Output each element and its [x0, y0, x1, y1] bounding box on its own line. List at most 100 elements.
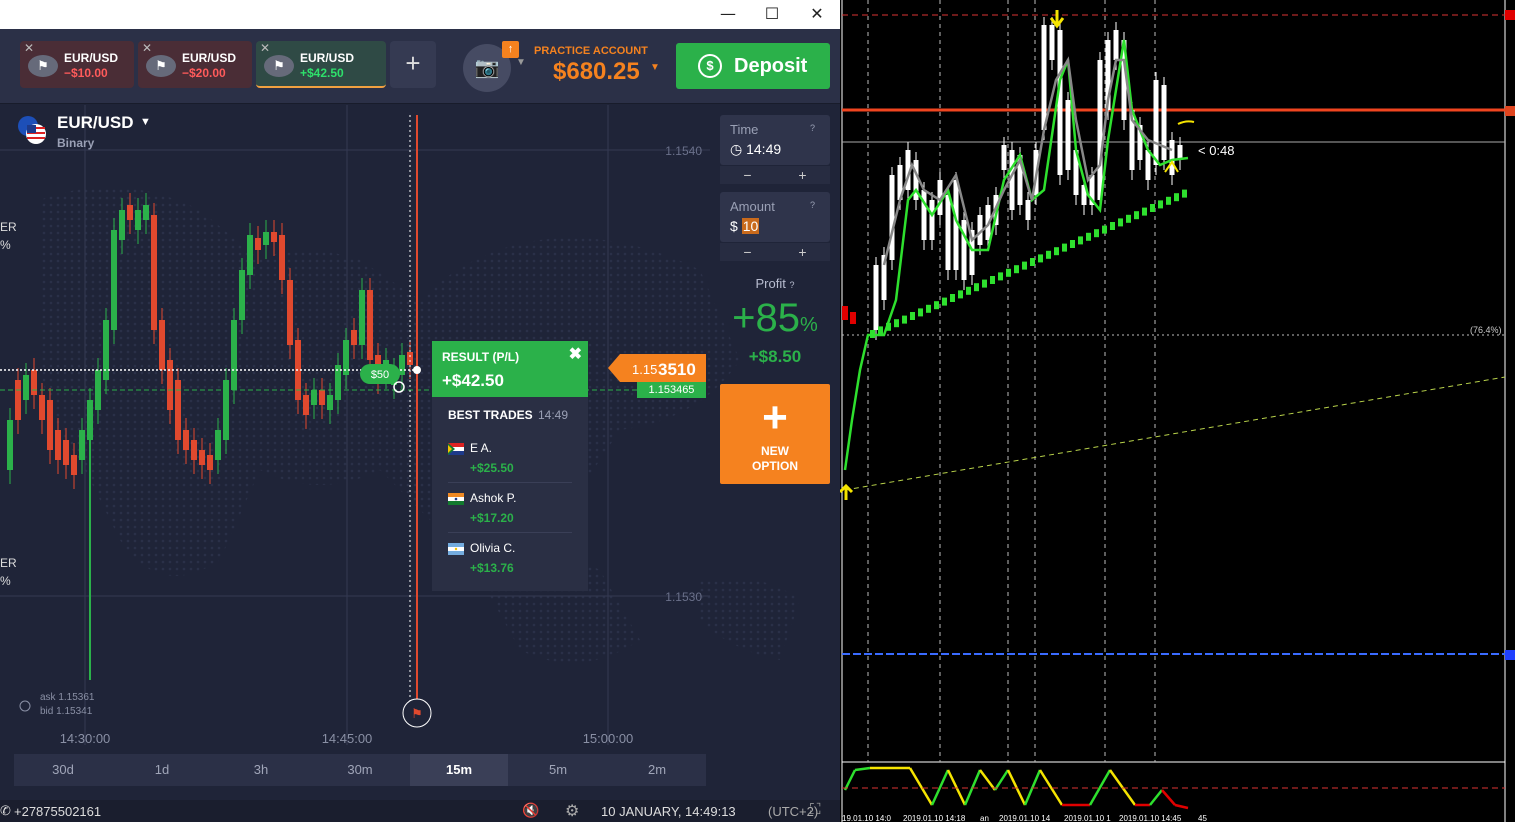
minimize-button[interactable]: —	[706, 0, 750, 29]
support-phone[interactable]: +27875502161	[14, 804, 101, 819]
price-scale-tick: 1.1530	[665, 590, 702, 604]
asset-selector[interactable]: EUR/USD	[57, 113, 134, 133]
asset-tab-1[interactable]: ✕ ⚑ EUR/USD −$10.00	[20, 41, 134, 88]
deposit-label: Deposit	[734, 55, 808, 77]
close-window-button[interactable]: ✕	[795, 0, 839, 29]
top-bar: ✕ ⚑ EUR/USD −$10.00 ✕ ⚑ EUR/USD −$20.00 …	[0, 29, 840, 104]
mt4-time-tick: an	[980, 814, 989, 822]
timeframe-15m[interactable]: 15m	[410, 754, 508, 786]
trader-profit: +$13.76	[470, 561, 514, 575]
price-chart: $50 1.1540 1.1530 14:30:00 14:45:00 15:0…	[0, 105, 840, 795]
phone-icon: ✆	[0, 803, 11, 818]
profit-label: Profit ?	[720, 276, 830, 291]
time-minus-button[interactable]: −	[720, 166, 775, 184]
metatrader-chart: < 0:48 (76.4%) 19.01.10 14:0 2019.01.10 1…	[840, 0, 1515, 822]
candle-body	[191, 440, 197, 460]
candle-body	[319, 390, 325, 405]
time-axis-tick: 14:45:00	[322, 731, 373, 746]
amount-plus-button[interactable]: +	[775, 243, 830, 261]
candle-body	[159, 320, 165, 370]
best-trades-title: BEST TRADES	[448, 408, 533, 422]
time-panel[interactable]: Time ? ◷ 14:49	[720, 115, 830, 165]
chevron-down-icon[interactable]: ▼	[650, 62, 660, 73]
deposit-button[interactable]: $ Deposit	[676, 43, 830, 89]
fib-level-label: (76.4%)	[1470, 325, 1502, 335]
amount-minus-button[interactable]: −	[720, 243, 775, 261]
time-value-text: 14:49	[746, 141, 782, 157]
edge-label: %	[0, 574, 11, 588]
clock-icon: ◷	[730, 141, 743, 157]
left-edge-labels: ER % ER %	[0, 218, 17, 590]
help-icon[interactable]: ?	[789, 280, 794, 290]
current-price-tag: 1.15 3510	[608, 354, 706, 382]
amount-value[interactable]: 10	[741, 218, 760, 234]
candle-body	[87, 400, 93, 440]
timeframe-5m[interactable]: 5m	[509, 754, 607, 786]
candle-body	[55, 430, 61, 460]
candle-body	[215, 430, 221, 460]
trader-profit: +$25.50	[470, 461, 514, 475]
candle-body	[111, 230, 117, 330]
timeframe-3h[interactable]: 3h	[212, 754, 310, 786]
edge-label: ER	[0, 220, 17, 234]
new-option-label: NEW OPTION	[751, 444, 798, 473]
timeframe-bar: 30d 1d 3h 30m 15m 5m 2m	[14, 754, 706, 786]
time-plus-button[interactable]: +	[775, 166, 830, 184]
plus-icon: +	[762, 393, 788, 442]
amount-panel[interactable]: Amount ? $ 10	[720, 192, 830, 242]
close-tab-icon[interactable]: ✕	[142, 41, 152, 55]
timeframe-30m[interactable]: 30m	[311, 754, 409, 786]
candle-body	[103, 320, 109, 380]
mute-icon[interactable]: 🔇	[522, 802, 539, 819]
chevron-down-icon[interactable]: ▼	[140, 116, 151, 128]
candle-body	[255, 238, 261, 250]
help-icon[interactable]: ?	[810, 123, 820, 133]
candle-body	[135, 210, 141, 230]
time-value[interactable]: ◷ 14:49	[730, 141, 781, 158]
mt4-time-tick: 19.01.10 14:0	[842, 814, 891, 822]
close-tab-icon[interactable]: ✕	[260, 41, 270, 55]
close-icon[interactable]: ✖	[569, 344, 582, 364]
ask-bid-info: ask 1.15361 bid 1.15341	[40, 691, 95, 719]
candle-body	[79, 430, 85, 460]
chevron-down-icon[interactable]: ▼	[516, 57, 526, 68]
price-prefix: 1.15	[632, 362, 657, 377]
candle-body	[39, 395, 45, 420]
profit-percent: +85%	[720, 296, 830, 341]
timeframe-30d[interactable]: 30d	[14, 754, 112, 786]
fullscreen-icon[interactable]: ⛶	[810, 801, 821, 818]
candle-body	[239, 270, 245, 320]
bar-countdown: < 0:48	[1198, 143, 1235, 158]
ask-price: ask 1.15361	[40, 692, 95, 703]
gear-icon[interactable]: ⚙	[565, 801, 579, 821]
timeframe-1d[interactable]: 1d	[113, 754, 211, 786]
new-option-button[interactable]: + NEW OPTION	[720, 384, 830, 484]
tab-pnl: +$42.50	[300, 66, 344, 80]
add-tab-button[interactable]: +	[390, 41, 436, 88]
candle-body	[287, 280, 293, 345]
maximize-button[interactable]: ☐	[750, 0, 794, 29]
time-stepper: − +	[720, 166, 830, 184]
candle-body	[167, 360, 173, 410]
help-icon[interactable]: ?	[810, 200, 820, 210]
candle-body	[223, 380, 229, 440]
amount-field[interactable]: $ 10	[730, 218, 760, 234]
flag-icon: ⚑	[28, 55, 58, 77]
candle-body	[151, 215, 157, 330]
candle-body	[31, 370, 37, 395]
candle-body	[247, 235, 253, 275]
account-balance[interactable]: $680.25	[553, 58, 640, 86]
mt4-time-tick: 2019.01.10 1	[1064, 814, 1111, 822]
best-trades-time: 14:49	[538, 408, 569, 422]
edge-label: ER	[0, 556, 17, 570]
mt4-time-tick: 2019.01.10 14:45	[1119, 814, 1182, 822]
bet-bubble-text: $50	[371, 369, 389, 381]
profit-percent-value: +85	[732, 296, 801, 340]
list-item: Olivia C. +$13.76	[448, 535, 572, 583]
asset-tab-3[interactable]: ✕ ⚑ EUR/USD +$42.50	[256, 41, 386, 88]
upgrade-arrow-icon[interactable]: ↑	[502, 41, 519, 58]
close-tab-icon[interactable]: ✕	[24, 41, 34, 55]
asset-tab-2[interactable]: ✕ ⚑ EUR/USD −$20.00	[138, 41, 252, 88]
candle-body	[367, 290, 373, 360]
timeframe-2m[interactable]: 2m	[608, 754, 706, 786]
